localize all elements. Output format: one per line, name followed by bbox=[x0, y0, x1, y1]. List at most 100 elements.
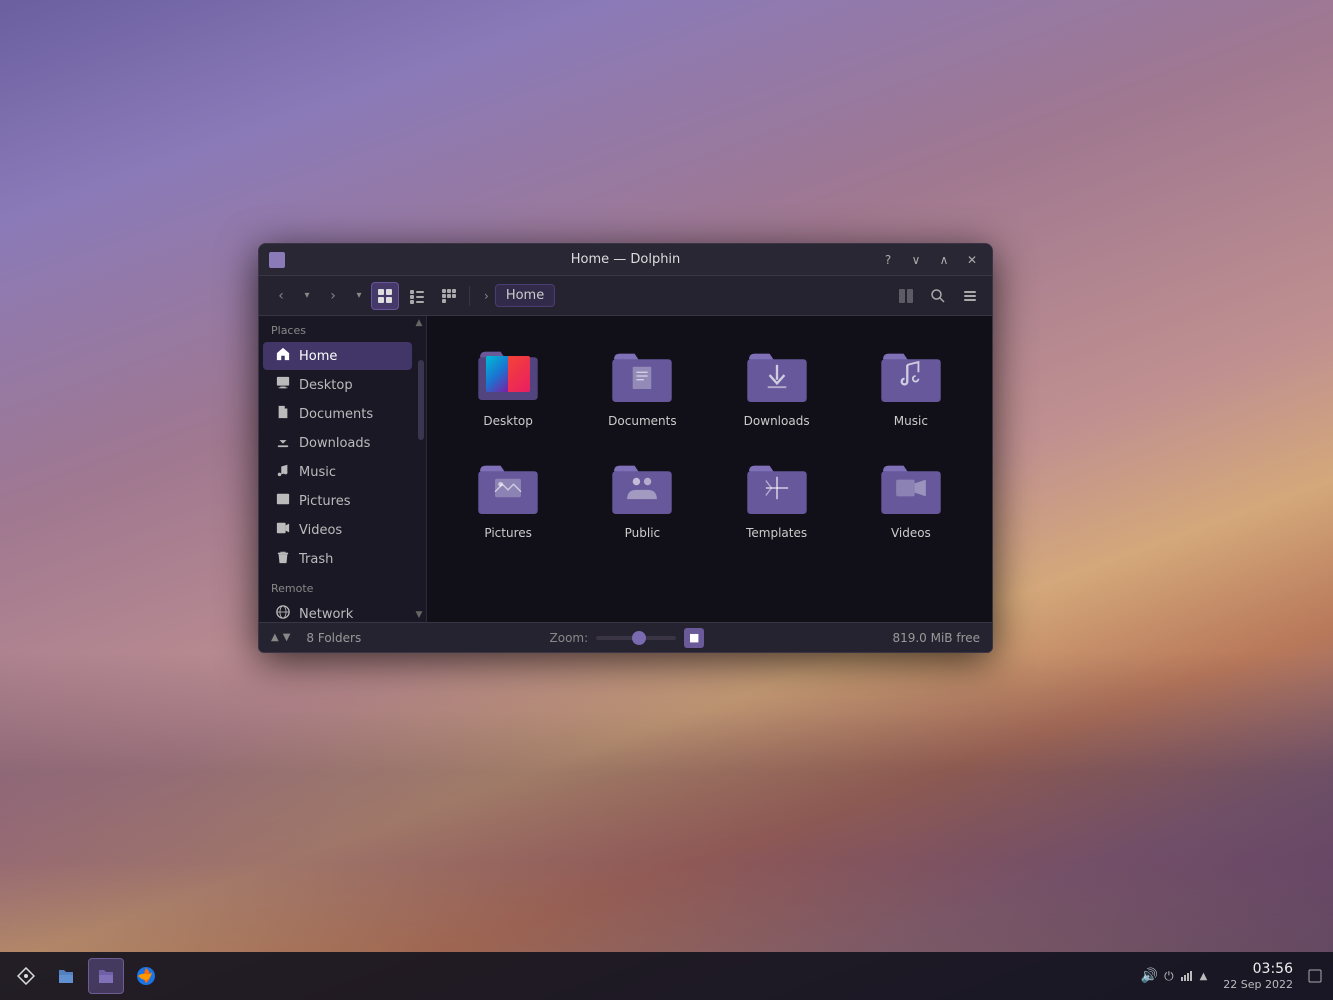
tray-arrow-icon[interactable]: ▲ bbox=[1200, 971, 1208, 982]
search-button[interactable] bbox=[924, 282, 952, 310]
network-icon bbox=[275, 605, 291, 622]
taskbar-right: 🔊 ⏻ ▲ 03:56 22 Sep 2022 bbox=[1141, 958, 1325, 994]
sidebar-item-network[interactable]: Network bbox=[263, 600, 412, 622]
zoom-label: Zoom: bbox=[550, 631, 589, 645]
forward-dropdown[interactable]: ▾ bbox=[351, 282, 367, 310]
file-item-pictures[interactable]: Pictures bbox=[445, 446, 571, 550]
templates-label: Templates bbox=[746, 526, 807, 542]
sidebar-item-downloads-label: Downloads bbox=[299, 436, 370, 451]
taskbar-clock[interactable]: 03:56 22 Sep 2022 bbox=[1223, 960, 1293, 992]
taskbar-time: 03:56 bbox=[1223, 960, 1293, 978]
main-area: Places Home Desktop bbox=[259, 316, 992, 622]
sidebar-item-music[interactable]: Music bbox=[263, 458, 412, 486]
sidebar-item-network-label: Network bbox=[299, 607, 353, 622]
breadcrumb-bar: › Home bbox=[476, 284, 888, 307]
network-tray-icon[interactable] bbox=[1180, 968, 1194, 985]
forward-button[interactable]: › bbox=[319, 282, 347, 310]
sidebar: Places Home Desktop bbox=[259, 316, 427, 622]
dolphin-window: Home — Dolphin ? ∨ ∧ ✕ ‹ ▾ › ▾ bbox=[258, 243, 993, 653]
status-bar: ▲ ▼ 8 Folders Zoom: ■ 819.0 MiB free bbox=[259, 622, 992, 652]
taskbar-left bbox=[8, 958, 1141, 994]
file-item-desktop[interactable]: Desktop bbox=[445, 334, 571, 438]
sidebar-item-home[interactable]: Home bbox=[263, 342, 412, 370]
public-label: Public bbox=[625, 526, 661, 542]
file-item-templates[interactable]: Templates bbox=[714, 446, 840, 550]
sidebar-item-desktop-label: Desktop bbox=[299, 378, 353, 393]
zoom-slider[interactable] bbox=[596, 636, 676, 640]
free-space: 819.0 MiB free bbox=[892, 631, 980, 645]
sidebar-item-videos-label: Videos bbox=[299, 523, 342, 538]
volume-icon[interactable]: 🔊 bbox=[1141, 968, 1158, 984]
sidebar-item-downloads[interactable]: Downloads bbox=[263, 429, 412, 457]
desktop: Home — Dolphin ? ∨ ∧ ✕ ‹ ▾ › ▾ bbox=[0, 0, 1333, 1000]
pictures-icon bbox=[275, 492, 291, 510]
zoom-thumb[interactable] bbox=[632, 631, 646, 645]
toolbar: ‹ ▾ › ▾ bbox=[259, 276, 992, 316]
bg-overlay bbox=[0, 652, 1333, 952]
taskbar-apps-button[interactable] bbox=[8, 958, 44, 994]
zoom-section: Zoom: ■ bbox=[377, 628, 876, 648]
pictures-folder-icon bbox=[476, 456, 540, 520]
view-icons-button[interactable] bbox=[371, 282, 399, 310]
view-compact-button[interactable] bbox=[435, 282, 463, 310]
maximize-button[interactable]: ∧ bbox=[934, 250, 954, 270]
taskbar-sys-icons: 🔊 ⏻ ▲ bbox=[1141, 968, 1208, 985]
documents-icon bbox=[275, 405, 291, 423]
file-item-videos[interactable]: Videos bbox=[848, 446, 974, 550]
sidebar-item-pictures-label: Pictures bbox=[299, 494, 350, 509]
desktop-folder-icon bbox=[476, 344, 540, 408]
help-button[interactable]: ? bbox=[878, 250, 898, 270]
window-title: Home — Dolphin bbox=[571, 252, 681, 267]
remote-section-label: Remote bbox=[259, 574, 416, 599]
sidebar-item-pictures[interactable]: Pictures bbox=[263, 487, 412, 515]
back-dropdown[interactable]: ▾ bbox=[299, 282, 315, 310]
title-bar-controls: ? ∨ ∧ ✕ bbox=[878, 250, 982, 270]
documents-folder-icon bbox=[610, 344, 674, 408]
desktop-icon bbox=[275, 376, 291, 394]
toolbar-right bbox=[892, 282, 984, 310]
sidebar-scrollbar[interactable] bbox=[418, 356, 424, 622]
music-folder-icon bbox=[879, 344, 943, 408]
sidebar-item-documents-label: Documents bbox=[299, 407, 373, 422]
sidebar-item-trash-label: Trash bbox=[299, 552, 333, 567]
templates-folder-icon bbox=[745, 456, 809, 520]
sidebar-item-documents[interactable]: Documents bbox=[263, 400, 412, 428]
file-item-public[interactable]: Public bbox=[579, 446, 705, 550]
taskbar-firefox-button[interactable] bbox=[128, 958, 164, 994]
show-desktop-button[interactable] bbox=[1305, 958, 1325, 994]
split-view-button[interactable] bbox=[892, 282, 920, 310]
view-details-button[interactable] bbox=[403, 282, 431, 310]
file-grid: Desktop D bbox=[427, 316, 992, 622]
taskbar: 🔊 ⏻ ▲ 03:56 22 Sep 2022 bbox=[0, 952, 1333, 1000]
dolphin-icon bbox=[269, 252, 285, 268]
sidebar-item-music-label: Music bbox=[299, 465, 336, 480]
sidebar-item-desktop[interactable]: Desktop bbox=[263, 371, 412, 399]
file-item-music[interactable]: Music bbox=[848, 334, 974, 438]
taskbar-dolphin-button[interactable] bbox=[88, 958, 124, 994]
taskbar-files-button[interactable] bbox=[48, 958, 84, 994]
downloads-label: Downloads bbox=[744, 414, 810, 430]
home-icon bbox=[275, 347, 291, 365]
pictures-label: Pictures bbox=[484, 526, 532, 542]
breadcrumb-home[interactable]: Home bbox=[495, 284, 555, 307]
close-button[interactable]: ✕ bbox=[962, 250, 982, 270]
videos-icon bbox=[275, 521, 291, 539]
music-label: Music bbox=[894, 414, 928, 430]
title-bar-left bbox=[269, 252, 285, 268]
toolbar-separator bbox=[469, 286, 470, 306]
back-button[interactable]: ‹ bbox=[267, 282, 295, 310]
music-icon bbox=[275, 463, 291, 481]
title-bar: Home — Dolphin ? ∨ ∧ ✕ bbox=[259, 244, 992, 276]
power-icon[interactable]: ⏻ bbox=[1164, 969, 1174, 984]
sidebar-item-videos[interactable]: Videos bbox=[263, 516, 412, 544]
minimize-button[interactable]: ∨ bbox=[906, 250, 926, 270]
file-item-downloads[interactable]: Downloads bbox=[714, 334, 840, 438]
hamburger-menu-button[interactable] bbox=[956, 282, 984, 310]
videos-folder-icon bbox=[879, 456, 943, 520]
file-item-documents[interactable]: Documents bbox=[579, 334, 705, 438]
downloads-folder-icon bbox=[745, 344, 809, 408]
documents-label: Documents bbox=[608, 414, 676, 430]
places-section-label: Places bbox=[259, 316, 416, 341]
sidebar-item-trash[interactable]: Trash bbox=[263, 545, 412, 573]
zoom-size-button[interactable]: ■ bbox=[684, 628, 704, 648]
